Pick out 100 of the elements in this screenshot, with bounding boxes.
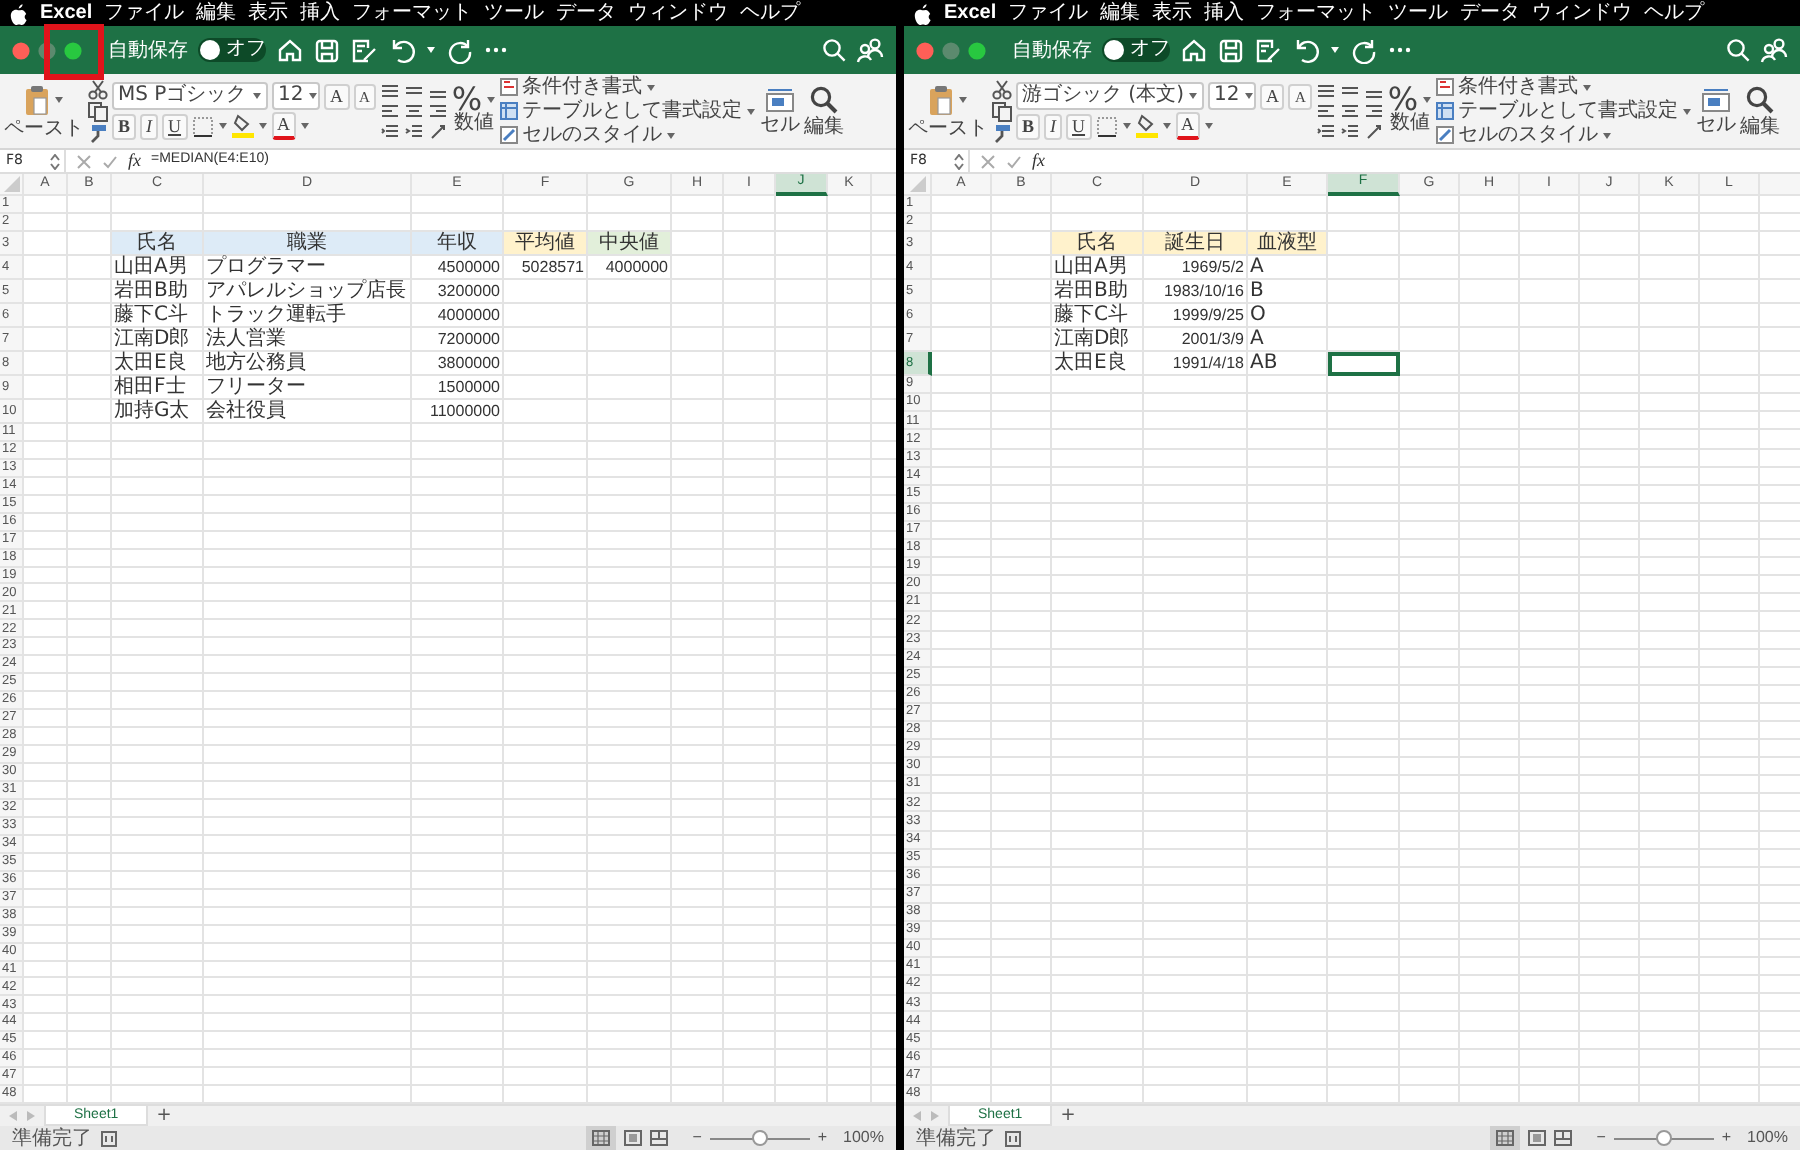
cancel-icon[interactable] bbox=[980, 153, 996, 169]
search-icon[interactable] bbox=[810, 85, 839, 113]
table-cell[interactable]: 1969/5/2 bbox=[1144, 256, 1248, 281]
number-format-button[interactable]: % bbox=[1387, 88, 1419, 110]
align-icon[interactable] bbox=[379, 102, 400, 120]
people-icon[interactable] bbox=[856, 36, 884, 64]
table-cell[interactable]: 藤下C斗 bbox=[1052, 304, 1144, 329]
previous-sheet-icon[interactable] bbox=[912, 1110, 922, 1122]
caret-icon[interactable] bbox=[307, 92, 318, 100]
underline-button[interactable]: U bbox=[162, 113, 188, 139]
table-cell[interactable]: 3200000 bbox=[412, 279, 504, 304]
bold-button[interactable]: B bbox=[112, 113, 137, 139]
menu-item[interactable]: ツール bbox=[484, 0, 545, 26]
table-cell[interactable]: トラック運転手 bbox=[204, 303, 412, 328]
font-name-dropdown[interactable]: 游ゴシック (本文) bbox=[1016, 82, 1204, 110]
apple-logo-icon[interactable] bbox=[8, 1, 28, 25]
menu-item[interactable]: 編集 bbox=[196, 0, 237, 26]
save-icon[interactable] bbox=[1218, 37, 1244, 63]
caret-icon[interactable] bbox=[1121, 122, 1132, 130]
header-cell[interactable]: 中央値 bbox=[588, 231, 672, 256]
table-cell[interactable]: 2001/3/9 bbox=[1144, 328, 1248, 353]
zoom-button[interactable] bbox=[64, 41, 82, 59]
align-icon[interactable] bbox=[1363, 102, 1384, 120]
italic-button[interactable]: I bbox=[140, 113, 159, 139]
brush-icon[interactable] bbox=[88, 123, 108, 143]
table-cell[interactable]: 11000000 bbox=[412, 399, 504, 424]
caret-icon[interactable] bbox=[1243, 92, 1254, 100]
table-cell[interactable]: 1983/10/16 bbox=[1144, 280, 1248, 305]
borders-icon[interactable] bbox=[191, 115, 214, 137]
stepper-icon[interactable] bbox=[954, 153, 964, 169]
align-icon[interactable] bbox=[403, 102, 424, 120]
table-cell[interactable]: プログラマー bbox=[204, 255, 412, 280]
cells-icon[interactable] bbox=[766, 87, 795, 111]
caret-icon[interactable] bbox=[1187, 92, 1198, 100]
style-menu-button[interactable]: セルのスタイル bbox=[522, 124, 663, 146]
search-icon[interactable] bbox=[1746, 85, 1775, 113]
select-all-icon[interactable] bbox=[909, 176, 925, 192]
menu-item[interactable]: ヘルプ bbox=[740, 0, 801, 26]
insert-function-button[interactable]: fx bbox=[1032, 147, 1045, 175]
table-cell[interactable]: 会社役員 bbox=[204, 399, 412, 424]
slider-thumb[interactable] bbox=[1655, 1130, 1672, 1146]
undo-icon[interactable] bbox=[1292, 36, 1320, 64]
menu-item[interactable]: フォーマット bbox=[352, 0, 473, 26]
table-cell[interactable]: O bbox=[1248, 304, 1328, 329]
cancel-icon[interactable] bbox=[76, 153, 92, 169]
table-cell[interactable]: アパレルショップ店長 bbox=[204, 279, 412, 304]
menu-item[interactable]: ファイル bbox=[1008, 0, 1089, 26]
header-cell[interactable]: 氏名 bbox=[1052, 232, 1144, 257]
caret-icon[interactable] bbox=[1682, 107, 1693, 115]
table-cell[interactable]: 5028571 bbox=[504, 255, 588, 280]
align-icon[interactable] bbox=[403, 122, 424, 140]
save-icon[interactable] bbox=[314, 37, 340, 63]
table-cell[interactable]: 1991/4/18 bbox=[1144, 352, 1248, 377]
menu-item[interactable]: 表示 bbox=[248, 0, 289, 26]
caret-icon[interactable] bbox=[1330, 46, 1340, 54]
table-cell[interactable]: フリーター bbox=[204, 375, 412, 400]
table-cell[interactable]: 藤下C斗 bbox=[112, 303, 204, 328]
scissors-icon[interactable] bbox=[88, 79, 108, 99]
align-icon[interactable] bbox=[1315, 82, 1336, 100]
menu-item[interactable]: ツール bbox=[1388, 0, 1449, 26]
header-cell[interactable]: 年収 bbox=[412, 231, 504, 256]
table-cell[interactable]: 4000000 bbox=[588, 255, 672, 280]
table-cell[interactable]: 3800000 bbox=[412, 351, 504, 376]
apple-logo-icon[interactable] bbox=[912, 1, 932, 25]
menu-item[interactable]: フォーマット bbox=[1256, 0, 1377, 26]
align-icon[interactable] bbox=[1315, 102, 1336, 120]
table-cell[interactable]: 1999/9/25 bbox=[1144, 304, 1248, 329]
header-cell[interactable]: 職業 bbox=[204, 231, 412, 256]
table-cell[interactable]: 岩田B助 bbox=[112, 279, 204, 304]
table-cell[interactable]: 岩田B助 bbox=[1052, 280, 1144, 305]
home-icon[interactable] bbox=[1180, 36, 1208, 64]
fill-color-icon[interactable] bbox=[231, 114, 254, 138]
fill-color-icon[interactable] bbox=[1135, 114, 1158, 138]
caret-icon[interactable] bbox=[217, 122, 228, 130]
table-cell[interactable]: 4500000 bbox=[412, 255, 504, 280]
more-icon[interactable] bbox=[1388, 46, 1412, 54]
align-icon[interactable] bbox=[403, 82, 424, 100]
style-menu-button[interactable]: テーブルとして書式設定 bbox=[522, 100, 743, 122]
table-cell[interactable]: 地方公務員 bbox=[204, 351, 412, 376]
menu-item[interactable]: 編集 bbox=[1100, 0, 1141, 26]
caret-icon[interactable] bbox=[257, 122, 268, 130]
next-sheet-icon[interactable] bbox=[26, 1110, 36, 1122]
zoom-button[interactable] bbox=[968, 41, 986, 59]
caret-icon[interactable] bbox=[54, 95, 64, 103]
table-cell[interactable]: B bbox=[1248, 280, 1328, 305]
accessibility-icon[interactable] bbox=[100, 1129, 118, 1147]
align-icon[interactable] bbox=[1339, 82, 1360, 100]
table-cell[interactable]: 加持G太 bbox=[112, 399, 204, 424]
page-break-icon[interactable] bbox=[650, 1130, 669, 1146]
table-cell[interactable]: 山田A男 bbox=[112, 255, 204, 280]
header-cell[interactable]: 誕生日 bbox=[1144, 232, 1248, 257]
table-cell[interactable]: 太田E良 bbox=[112, 351, 204, 376]
edit-icon[interactable] bbox=[1254, 37, 1282, 63]
zoom-out-button[interactable]: − bbox=[692, 1128, 702, 1148]
borders-icon[interactable] bbox=[1095, 115, 1118, 137]
search-icon[interactable] bbox=[822, 38, 846, 62]
number-format-button[interactable]: % bbox=[451, 88, 483, 110]
home-icon[interactable] bbox=[276, 36, 304, 64]
table-cell[interactable]: 4000000 bbox=[412, 303, 504, 328]
table-cell[interactable]: 1500000 bbox=[412, 375, 504, 400]
